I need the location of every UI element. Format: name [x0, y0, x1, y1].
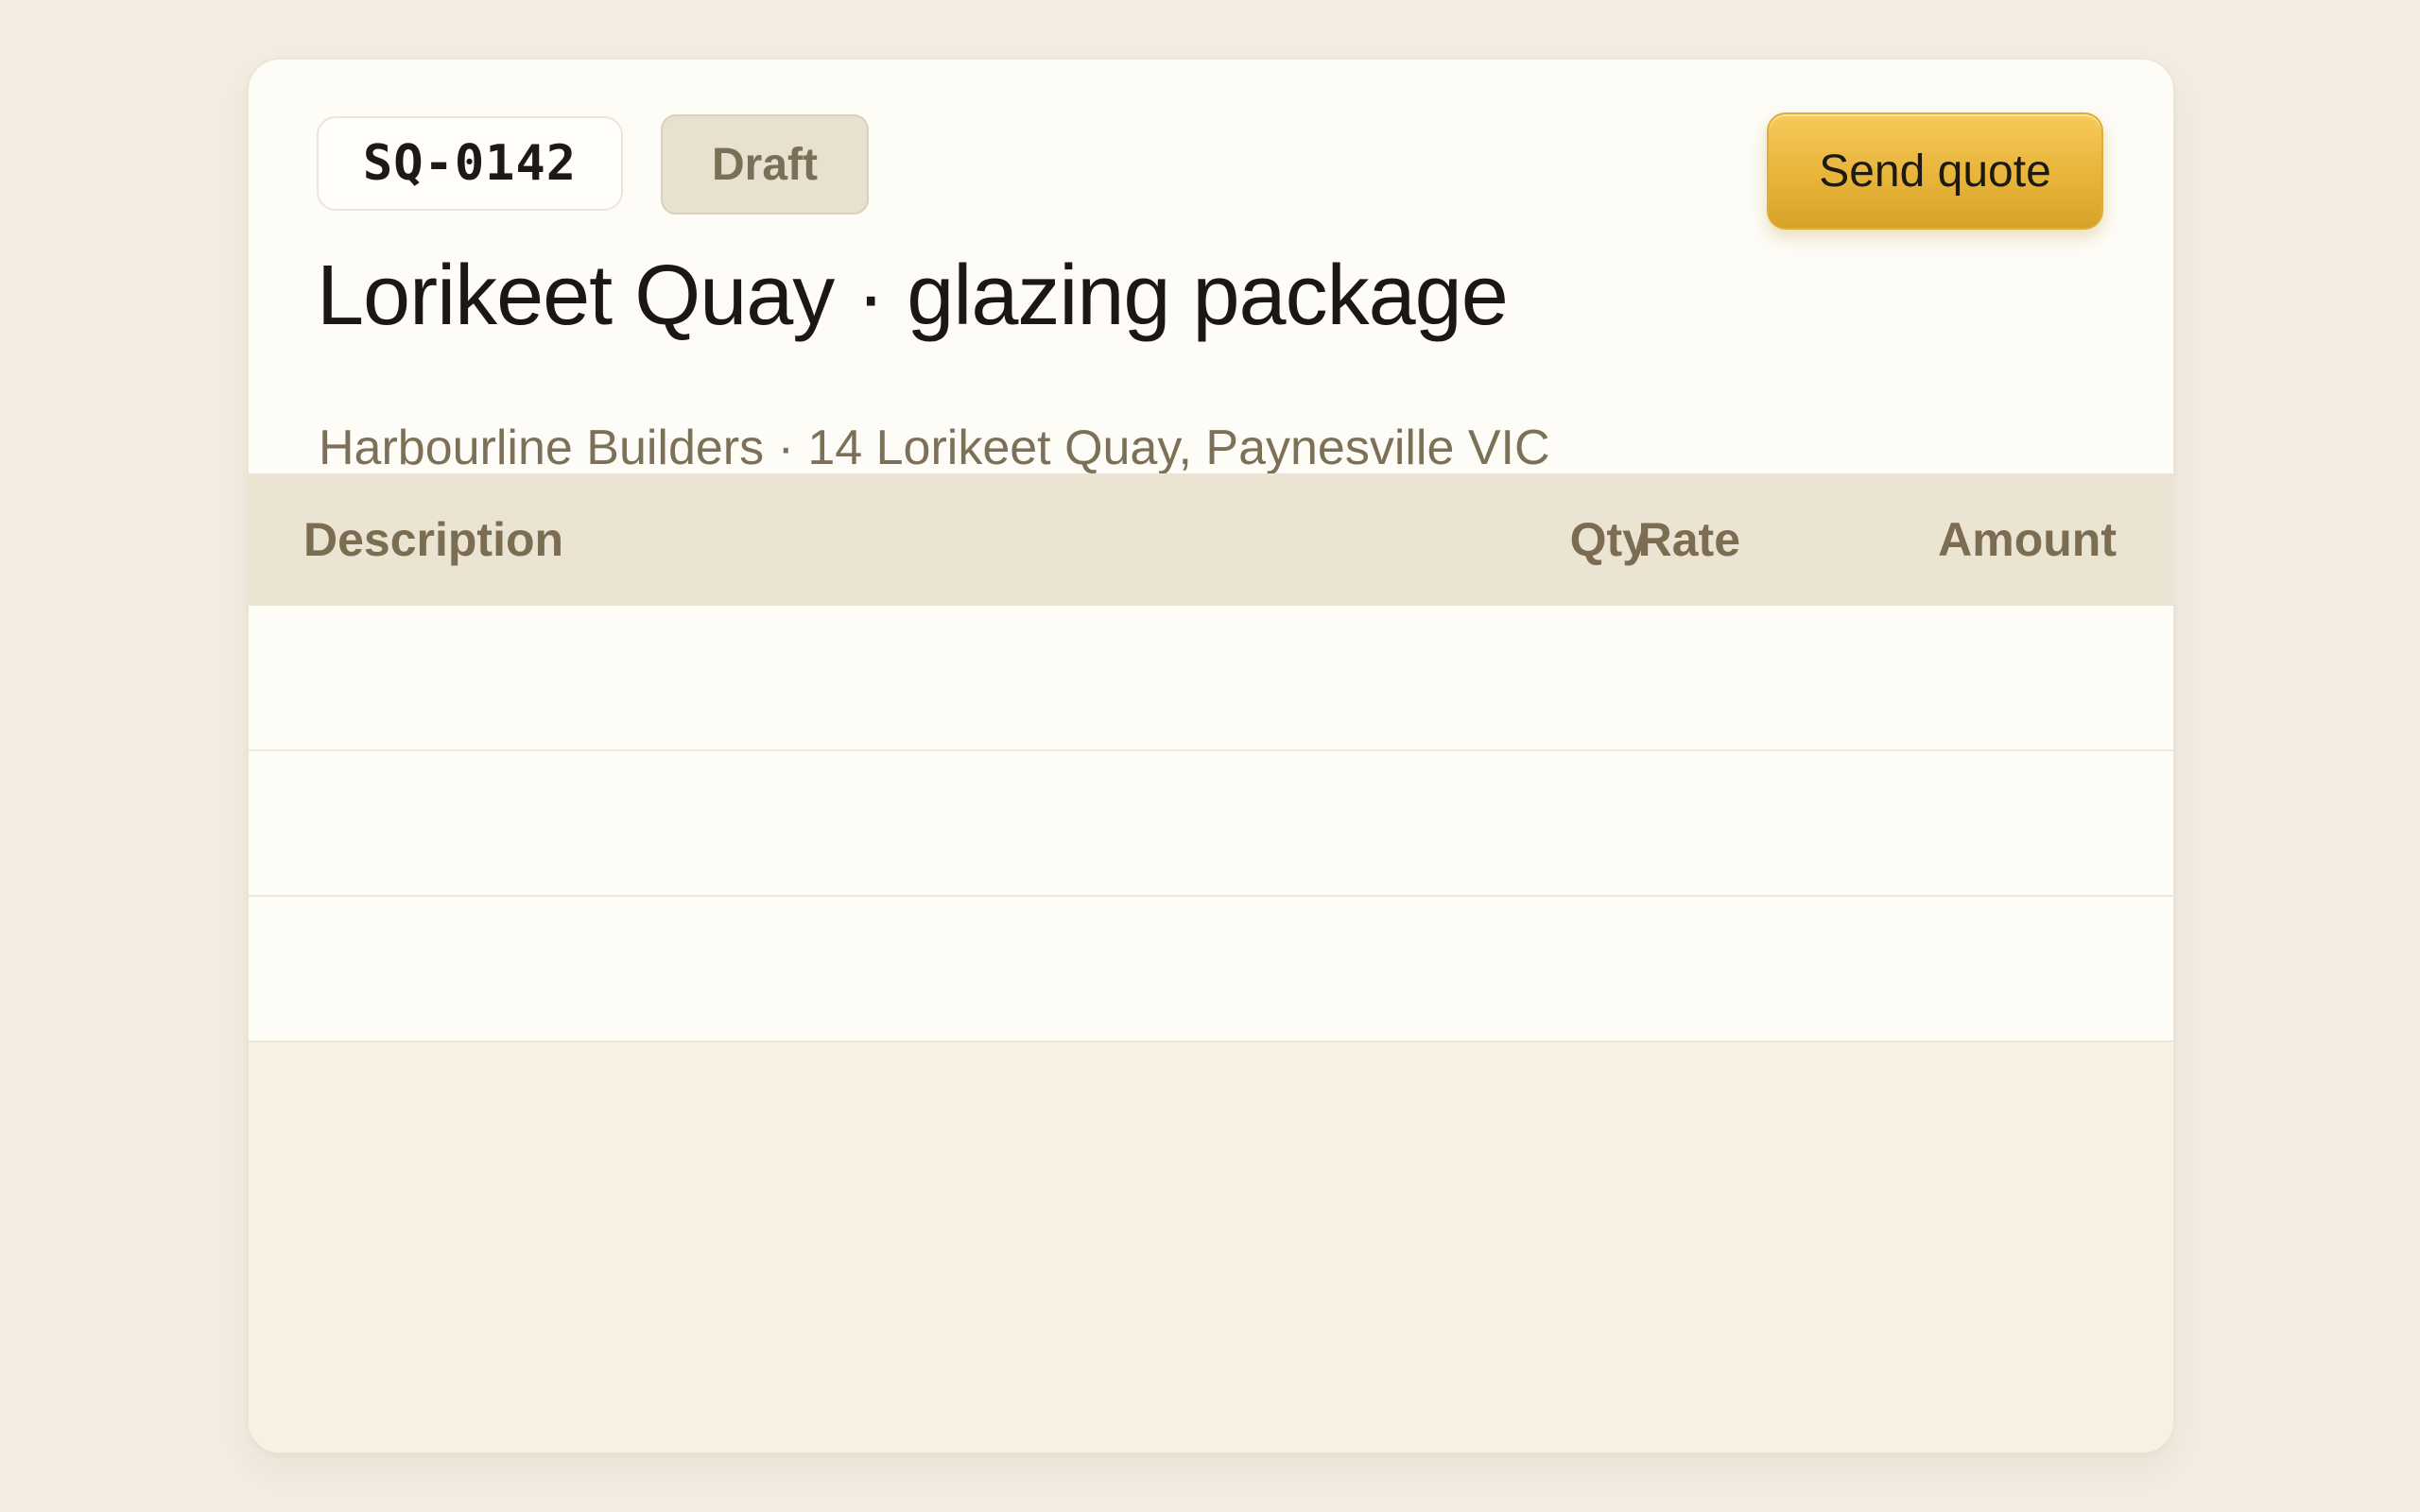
quote-header: SQ-0142 Draft Send quote Lorikeet Quay ·… — [249, 60, 2173, 475]
column-header-description: Description — [303, 513, 564, 566]
column-header-amount: Amount — [1938, 513, 2117, 566]
table-row[interactable] — [249, 897, 2173, 1042]
column-header-rate: Rate — [1637, 513, 1740, 566]
table-row[interactable] — [249, 606, 2173, 751]
table-row[interactable] — [249, 751, 2173, 897]
line-items-table-header: Description Qty Rate Amount — [249, 473, 2173, 606]
column-header-qty: Qty — [1569, 513, 1649, 566]
line-items-table-body — [249, 606, 2173, 1042]
status-badge: Draft — [661, 114, 869, 215]
client-address: Harbourline Builders · 14 Lorikeet Quay,… — [319, 421, 1550, 475]
quote-id-badge: SQ-0142 — [317, 116, 623, 211]
send-quote-button[interactable]: Send quote — [1767, 112, 2103, 230]
quote-card: SQ-0142 Draft Send quote Lorikeet Quay ·… — [248, 59, 2174, 1453]
page-title: Lorikeet Quay · glazing package — [317, 249, 1509, 343]
quote-footer — [249, 1040, 2173, 1452]
